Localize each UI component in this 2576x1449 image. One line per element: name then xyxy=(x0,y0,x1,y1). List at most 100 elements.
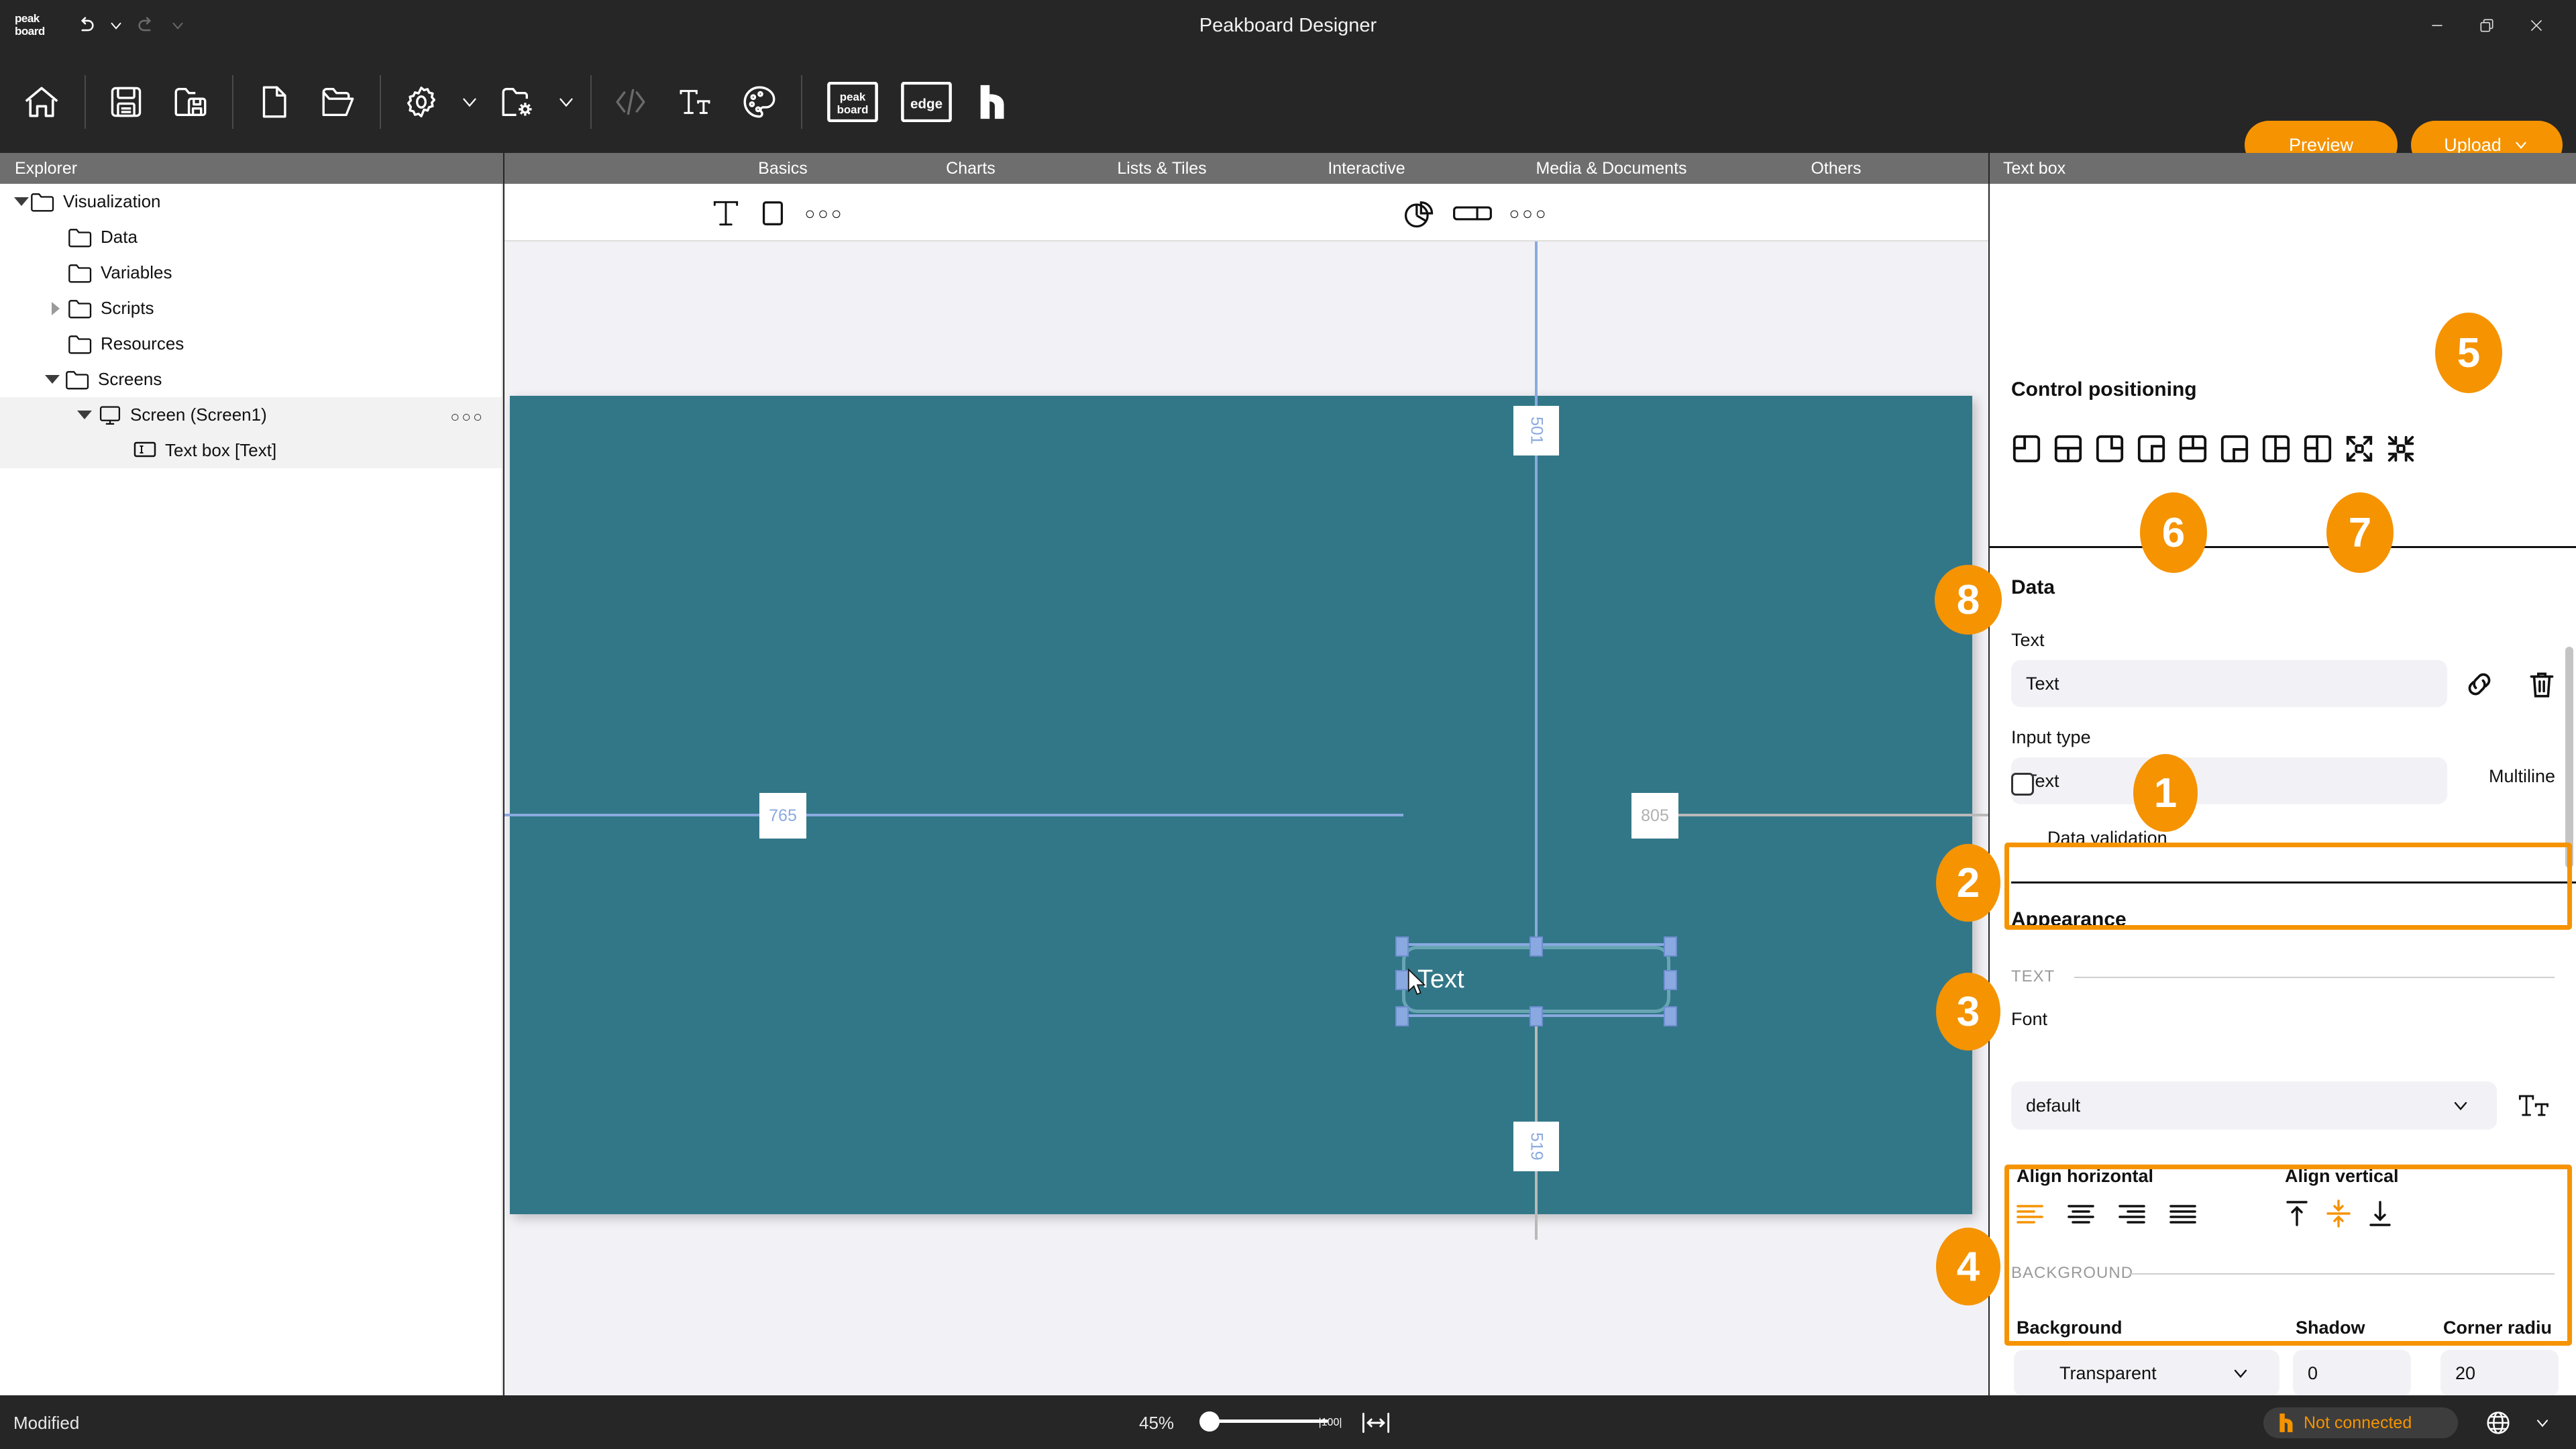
tab-lists-tiles[interactable]: Lists & Tiles xyxy=(1068,153,1256,184)
resize-handle-bc[interactable] xyxy=(1529,1006,1543,1026)
peakboard-box-icon[interactable]: peak board xyxy=(816,70,890,134)
resize-handle-tr[interactable] xyxy=(1664,936,1677,957)
collapse-icon[interactable] xyxy=(2385,433,2416,464)
fit-width-icon[interactable] xyxy=(1352,1409,1399,1437)
pie-chart-icon[interactable] xyxy=(1398,193,1438,233)
hub-icon[interactable] xyxy=(963,70,1024,134)
text-input[interactable]: Text xyxy=(2011,660,2447,707)
tree-item-textbox[interactable]: Text box [Text] xyxy=(0,433,502,468)
tab-others[interactable]: Others xyxy=(1766,153,1907,184)
anchor-middle-center-icon[interactable] xyxy=(2178,433,2208,464)
project-settings-icon[interactable] xyxy=(486,70,550,134)
tree-item-scripts[interactable]: Scripts xyxy=(0,290,502,326)
tree-label: Data xyxy=(101,227,138,247)
minimize-button[interactable] xyxy=(2412,7,2462,44)
trash-icon[interactable] xyxy=(2525,667,2559,705)
resize-handle-bl[interactable] xyxy=(1395,1006,1409,1026)
tab-basics[interactable]: Basics xyxy=(706,153,860,184)
tab-interactive[interactable]: Interactive xyxy=(1276,153,1457,184)
save-as-icon[interactable] xyxy=(158,70,223,134)
project-settings-dropdown-icon[interactable] xyxy=(547,70,585,134)
tree-item-visualization[interactable]: Visualization xyxy=(0,184,502,219)
align-right-icon[interactable] xyxy=(2116,1201,2148,1231)
align-justify-icon[interactable] xyxy=(2167,1201,2199,1231)
bar-gauge-icon[interactable] xyxy=(1448,193,1497,233)
expand-toggle-icon[interactable] xyxy=(75,407,93,424)
badge-3: 3 xyxy=(1936,973,2000,1051)
tree-item-variables[interactable]: Variables xyxy=(0,255,502,290)
anchor-middle-right-icon[interactable] xyxy=(2219,433,2250,464)
tree-item-menu-button[interactable]: ○○○ xyxy=(450,408,484,426)
home-icon[interactable] xyxy=(9,70,74,134)
resize-handle-mr[interactable] xyxy=(1664,970,1677,990)
text-icon[interactable] xyxy=(706,193,746,233)
folder-icon xyxy=(30,191,56,213)
zoom-100-button[interactable]: |100| xyxy=(1307,1409,1354,1437)
measure-bottom-label: 519 xyxy=(1513,1122,1559,1171)
expand-toggle-icon[interactable] xyxy=(47,300,64,317)
resize-handle-br[interactable] xyxy=(1664,1006,1677,1026)
align-middle-icon[interactable] xyxy=(2324,1198,2353,1232)
font-icon[interactable] xyxy=(663,70,727,134)
new-file-icon[interactable] xyxy=(241,70,306,134)
shadow-label: Shadow xyxy=(2296,1318,2365,1338)
expand-toggle-icon[interactable] xyxy=(43,371,60,388)
connection-status-button[interactable]: Not connected xyxy=(2263,1407,2458,1438)
anchor-bottom-right-icon[interactable] xyxy=(2302,433,2333,464)
background-select[interactable]: Transparent xyxy=(2014,1350,2279,1395)
settings-gear-icon[interactable] xyxy=(389,70,453,134)
settings-dropdown-icon[interactable] xyxy=(451,70,488,134)
save-icon[interactable] xyxy=(94,70,158,134)
code-icon[interactable] xyxy=(598,70,663,134)
tree-item-resources[interactable]: Resources xyxy=(0,326,502,362)
tree-item-data[interactable]: Data xyxy=(0,219,502,255)
anchor-middle-left-icon[interactable] xyxy=(2136,433,2167,464)
edge-box-icon[interactable]: edge xyxy=(890,70,963,134)
align-bottom-icon[interactable] xyxy=(2365,1198,2395,1232)
anchor-top-right-icon[interactable] xyxy=(2094,433,2125,464)
input-type-label: Input type xyxy=(2011,727,2091,747)
tree-item-screens[interactable]: Screens xyxy=(0,362,502,397)
shadow-input[interactable]: 0 xyxy=(2293,1350,2411,1395)
ribbon-icon-strip: ○○○ ○○○ ○○○ OK ○○○ PDF ○○○ ○○○ xyxy=(504,184,2370,241)
corner-radius-input[interactable]: 20 xyxy=(2440,1350,2559,1395)
hub-icon xyxy=(2279,1413,2293,1432)
anchor-bottom-left-icon[interactable] xyxy=(2261,433,2292,464)
anchor-top-center-icon[interactable] xyxy=(2053,433,2084,464)
text-field-label: Text xyxy=(2011,630,2045,650)
designer-window: peak board Peakboard Designer peak board… xyxy=(0,0,2576,1449)
align-top-icon[interactable] xyxy=(2282,1198,2312,1232)
palette-icon[interactable] xyxy=(727,70,792,134)
badge-5: 5 xyxy=(2435,313,2502,393)
resize-handle-tl[interactable] xyxy=(1395,936,1409,957)
resize-handle-tc[interactable] xyxy=(1529,936,1543,957)
expand-icon[interactable] xyxy=(2344,433,2375,464)
maximize-button[interactable] xyxy=(2462,7,2512,44)
tab-media-documents[interactable]: Media & Documents xyxy=(1477,153,1746,184)
globe-icon[interactable] xyxy=(2478,1409,2518,1437)
anchor-top-left-icon[interactable] xyxy=(2011,433,2042,464)
badge-8: 8 xyxy=(1935,565,2002,635)
close-button[interactable] xyxy=(2512,7,2561,44)
align-left-icon[interactable] xyxy=(2014,1201,2046,1231)
input-type-select[interactable]: Text xyxy=(2011,757,2447,804)
font-size-icon[interactable] xyxy=(2517,1088,2552,1126)
data-section-title: Data xyxy=(2011,576,2055,598)
basics-more-button[interactable]: ○○○ xyxy=(801,193,848,233)
expand-toggle-icon[interactable] xyxy=(12,193,30,211)
zoom-slider-knob[interactable] xyxy=(1199,1411,1220,1432)
screen-surface[interactable] xyxy=(510,396,1972,1214)
open-folder-icon[interactable] xyxy=(306,70,370,134)
properties-scrollbar[interactable] xyxy=(2565,647,2573,868)
charts-more-button[interactable]: ○○○ xyxy=(1505,193,1552,233)
globe-dropdown-icon[interactable] xyxy=(2524,1409,2561,1437)
rectangle-icon[interactable] xyxy=(753,193,793,233)
link-icon[interactable] xyxy=(2462,667,2497,705)
tree-item-screen1[interactable]: Screen (Screen1) ○○○ xyxy=(0,397,502,433)
folder-icon xyxy=(67,226,94,249)
data-validation-checkbox[interactable] xyxy=(2011,773,2034,796)
design-canvas[interactable]: 765 805 501 519 Text xyxy=(504,241,1988,1395)
tab-charts[interactable]: Charts xyxy=(894,153,1048,184)
align-center-icon[interactable] xyxy=(2065,1201,2097,1231)
font-select[interactable]: default xyxy=(2011,1081,2497,1130)
